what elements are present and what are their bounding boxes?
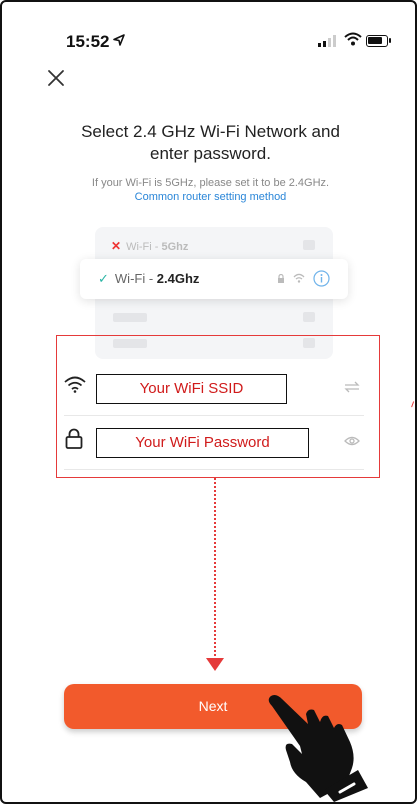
ssid-input[interactable]: Your WiFi SSID (96, 374, 287, 404)
status-bar: 15:52 (2, 2, 415, 62)
status-time: 15:52 (66, 32, 110, 51)
wifi-24ghz-prefix: Wi-Fi - (114, 271, 157, 286)
wifi-5ghz-band: 5Ghz (161, 241, 189, 253)
wifi-5ghz-prefix: Wi-Fi - (126, 241, 162, 253)
wifi-24ghz-card: ✓ Wi-Fi - 2.4Ghz (80, 259, 348, 299)
close-icon[interactable] (46, 68, 66, 88)
lock-icon (65, 428, 83, 449)
placeholder-square (303, 312, 315, 322)
placeholder-square (303, 240, 315, 250)
placeholder-bar (113, 313, 147, 322)
title-line-1: Select 2.4 GHz Wi-Fi Network and (81, 122, 340, 141)
password-divider (64, 469, 364, 470)
annotation-tick (411, 401, 415, 409)
info-icon (313, 270, 330, 287)
cross-icon: ✕ (111, 239, 122, 253)
battery-icon (366, 35, 391, 47)
wifi-small-icon (293, 273, 305, 283)
eye-icon[interactable] (344, 435, 360, 447)
swap-network-icon[interactable] (344, 381, 360, 393)
wifi-status-icon (344, 32, 362, 46)
annotation-arrow-icon (206, 658, 224, 671)
password-input[interactable]: Your WiFi Password (96, 428, 309, 458)
wifi-24ghz-band: 2.4Ghz (156, 271, 200, 286)
router-setting-link[interactable]: Common router setting method (2, 191, 415, 203)
pointing-hand-icon (268, 695, 368, 802)
wifi-icon (64, 376, 86, 393)
wifi-5ghz-row: ✕ Wi-Fi - 5Ghz (111, 239, 188, 253)
annotation-dotted-line (214, 478, 216, 660)
lock-small-icon (278, 274, 284, 283)
ssid-divider (64, 415, 364, 416)
title-line-2: enter password. (150, 144, 271, 163)
page-title: Select 2.4 GHz Wi-Fi Network and enter p… (2, 121, 415, 165)
check-icon: ✓ (98, 271, 109, 286)
wifi-24ghz-row: ✓ Wi-Fi - 2.4Ghz (98, 271, 199, 287)
location-arrow-icon (113, 34, 125, 46)
band-hint: If your Wi-Fi is 5GHz, please set it to … (91, 177, 330, 189)
phone-frame: 15:52 Select 2.4 GHz Wi-Fi Network and e… (0, 0, 417, 804)
cellular-signal-icon (318, 35, 336, 47)
